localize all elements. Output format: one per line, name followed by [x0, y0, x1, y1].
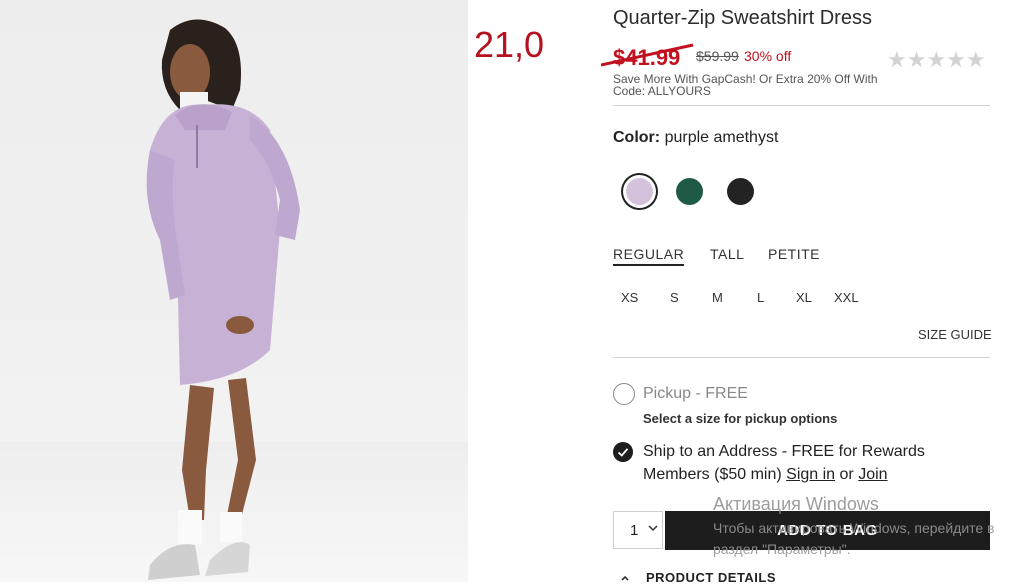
size-m[interactable]: M [712, 290, 723, 305]
size-s[interactable]: S [670, 290, 679, 305]
swatch-black[interactable] [727, 178, 754, 205]
tab-petite[interactable]: PETITE [768, 246, 820, 262]
rating-stars[interactable]: ★★★★★ [887, 47, 986, 73]
ship-radio[interactable] [613, 442, 633, 462]
ship-label-line2: Members ($50 min) [643, 466, 782, 483]
windows-activation-message: Чтобы активировать Windows, перейдите в … [713, 520, 995, 557]
tab-regular[interactable]: REGULAR [613, 246, 685, 266]
divider [613, 105, 990, 106]
product-title: Quarter-Zip Sweatshirt Dress [613, 7, 872, 29]
discount-percent: 30% off [744, 48, 792, 64]
model-illustration [146, 19, 300, 580]
or-text: or [839, 466, 854, 483]
sign-in-link[interactable]: Sign in [786, 466, 835, 483]
chevron-down-icon [648, 525, 658, 532]
product-details-label: PRODUCT DETAILS [646, 570, 777, 585]
swatch-green[interactable] [676, 178, 703, 205]
size-l[interactable]: L [757, 290, 764, 305]
promo-text: Save More With GapCash! Or Extra 20% Off… [613, 72, 878, 98]
tab-tall[interactable]: TALL [710, 246, 744, 262]
price-annotation: 21,0 [474, 24, 545, 65]
color-label: Color: purple amethyst [613, 129, 778, 147]
ship-label-line1: Ship to an Address - FREE for Rewards [643, 443, 925, 460]
size-guide-link[interactable]: SIZE GUIDE [918, 327, 992, 342]
original-price: $59.99 [696, 48, 739, 64]
swatch-purple-amethyst[interactable] [626, 178, 653, 205]
divider [613, 357, 990, 358]
color-heading: Color: [613, 129, 661, 146]
price-strike-annotation [601, 43, 694, 67]
join-link[interactable]: Join [858, 466, 887, 483]
windows-activation-title: Активация Windows [713, 494, 879, 514]
size-xs[interactable]: XS [621, 290, 638, 305]
size-xl[interactable]: XL [796, 290, 812, 305]
check-icon [617, 448, 629, 457]
pickup-note: Select a size for pickup options [643, 411, 838, 426]
pickup-radio[interactable] [613, 383, 635, 405]
product-details-toggle[interactable]: PRODUCT DETAILS [620, 570, 776, 585]
product-image[interactable] [0, 0, 468, 582]
pickup-label[interactable]: Pickup - FREE [643, 382, 748, 405]
quantity-select[interactable]: 1 [613, 511, 663, 549]
ship-label[interactable]: Ship to an Address - FREE for Rewards Me… [643, 440, 963, 486]
selected-color-name: purple amethyst [664, 129, 779, 146]
size-xxl[interactable]: XXL [834, 290, 859, 305]
quantity-value: 1 [630, 522, 639, 539]
